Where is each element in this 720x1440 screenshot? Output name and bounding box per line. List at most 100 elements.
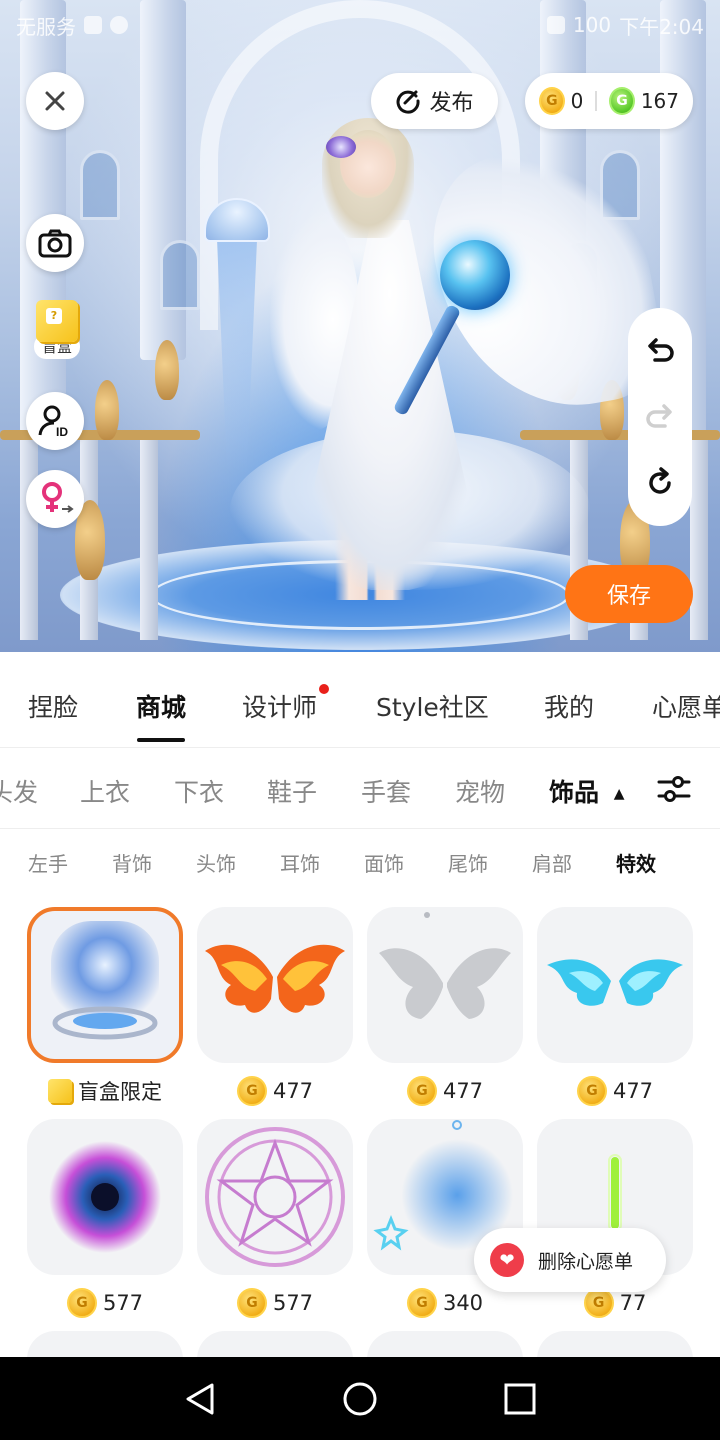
tab-label: 心愿单 <box>652 693 720 722</box>
history-panel <box>628 308 692 526</box>
item-card[interactable]: G 477 <box>367 907 523 1109</box>
home-circle-icon[interactable] <box>340 1379 380 1419</box>
publish-button[interactable]: 发布 <box>371 73 498 129</box>
camera-icon <box>38 229 72 258</box>
item-thumbnail <box>537 907 693 1063</box>
subcategory-head[interactable]: 头饰 <box>196 848 236 877</box>
gold-coin-icon: G <box>406 1288 437 1318</box>
refresh-icon[interactable] <box>643 466 677 500</box>
category-pets[interactable]: 宠物 <box>455 773 505 809</box>
tab-label: Style社区 <box>376 693 489 722</box>
active-tab-indicator <box>137 738 185 742</box>
flame-wings-icon <box>205 944 345 1013</box>
item-thumbnail <box>367 907 523 1063</box>
gender-switch-button[interactable] <box>26 470 84 528</box>
balcony-post <box>690 440 708 640</box>
publish-label: 发布 <box>429 91 474 116</box>
tab-notification-dot <box>319 684 330 694</box>
item-price: G 477 <box>197 1073 353 1109</box>
profile-id-button[interactable]: ID <box>26 392 84 450</box>
camera-button[interactable] <box>26 214 84 272</box>
item-card[interactable] <box>197 1331 353 1357</box>
item-thumbnail <box>367 1331 523 1357</box>
tab-wishlist[interactable]: 心愿单 <box>652 688 720 724</box>
blindbox-icon <box>48 1079 72 1103</box>
status-bar: 无服务 100 下午2:04 <box>0 0 720 50</box>
gold-coin-icon: G <box>539 87 565 115</box>
galaxy-vortex-icon <box>49 1141 161 1253</box>
notification-icon <box>84 16 102 34</box>
item-price: 盲盒限定 <box>27 1073 183 1109</box>
undo-icon[interactable] <box>643 334 677 368</box>
close-button[interactable] <box>26 72 84 130</box>
save-button[interactable]: 保存 <box>565 565 693 623</box>
profile-id-icon: ID <box>38 405 68 439</box>
category-hair[interactable]: 头发 <box>0 773 38 809</box>
item-card[interactable]: G 477 <box>197 907 353 1109</box>
item-thumbnail <box>27 1119 183 1275</box>
blindbox-icon: ? <box>36 300 78 342</box>
magic-circle-icon <box>205 1127 345 1267</box>
tab-designer[interactable]: 设计师 <box>242 684 330 724</box>
tab-style-community[interactable]: Style社区 <box>376 688 489 724</box>
category-shoes[interactable]: 鞋子 <box>267 773 317 809</box>
green-balance: 167 <box>640 89 679 113</box>
green-coin-icon: G <box>609 87 635 115</box>
subcategory-ear[interactable]: 耳饰 <box>280 848 320 877</box>
category-accessories[interactable]: 饰品 ▲ <box>549 773 625 809</box>
gold-finial <box>155 340 179 400</box>
background-window <box>160 240 200 310</box>
gold-finial <box>95 380 119 440</box>
subcategory-tail[interactable]: 尾饰 <box>448 848 488 877</box>
back-triangle-icon[interactable] <box>180 1379 220 1419</box>
subcategory-shoulder[interactable]: 肩部 <box>532 848 572 877</box>
subcategory-left-hand[interactable]: 左手 <box>28 848 68 877</box>
item-price: G 577 <box>27 1285 183 1321</box>
subcategory-face[interactable]: 面饰 <box>364 848 404 877</box>
category-bottom[interactable]: 下衣 <box>174 773 224 809</box>
blindbox-button[interactable]: ? 盲盒 <box>28 300 86 368</box>
battery-level: 100 <box>572 13 612 37</box>
item-card[interactable] <box>537 1331 693 1357</box>
category-bar: 头发 上衣 下衣 鞋子 手套 宠物 饰品 ▲ <box>0 749 720 829</box>
item-card[interactable] <box>367 1331 523 1357</box>
staff-orb <box>440 240 510 310</box>
recent-square-icon[interactable] <box>500 1379 540 1419</box>
remove-wishlist-button[interactable]: ❤ 删除心愿单 <box>474 1228 666 1292</box>
gold-coin-icon: G <box>236 1076 267 1106</box>
filter-icon[interactable] <box>656 771 692 807</box>
currency-balance[interactable]: G 0 G 167 <box>525 73 693 129</box>
tab-mine[interactable]: 我的 <box>544 688 594 724</box>
background-window <box>80 150 120 220</box>
clock: 下午2:04 <box>619 14 704 39</box>
tab-shop[interactable]: 商城 <box>136 688 186 742</box>
item-thumbnail <box>197 1119 353 1275</box>
gold-coin-icon: G <box>406 1076 437 1106</box>
category-top[interactable]: 上衣 <box>80 773 130 809</box>
svg-text:ID: ID <box>56 425 68 439</box>
gold-balance: 0 <box>570 89 584 113</box>
tab-face[interactable]: 捏脸 <box>28 688 78 724</box>
item-card[interactable]: G 477 <box>537 907 693 1109</box>
item-thumbnail <box>27 1331 183 1357</box>
redo-icon[interactable] <box>643 400 677 434</box>
item-card[interactable] <box>27 1331 183 1357</box>
item-price: G 477 <box>367 1073 523 1109</box>
carrier-text: 无服务 <box>16 14 76 39</box>
balcony-post <box>20 440 38 640</box>
publish-icon <box>397 90 420 114</box>
item-price: G 577 <box>197 1285 353 1321</box>
item-card[interactable]: G 577 <box>197 1119 353 1321</box>
hair-flower <box>326 136 356 158</box>
item-card[interactable]: 盲盒限定 <box>27 907 183 1109</box>
item-card[interactable]: G 577 <box>27 1119 183 1321</box>
subcategory-back[interactable]: 背饰 <box>112 848 152 877</box>
gold-coin-icon: G <box>576 1076 607 1106</box>
subcategory-effects[interactable]: 特效 <box>616 848 656 877</box>
price-text: 477 <box>272 1079 314 1103</box>
currency-divider <box>595 91 598 111</box>
tab-label: 设计师 <box>242 693 318 722</box>
category-gloves[interactable]: 手套 <box>361 773 411 809</box>
price-text: 77 <box>619 1291 647 1315</box>
heart-icon: ❤ <box>490 1243 524 1277</box>
